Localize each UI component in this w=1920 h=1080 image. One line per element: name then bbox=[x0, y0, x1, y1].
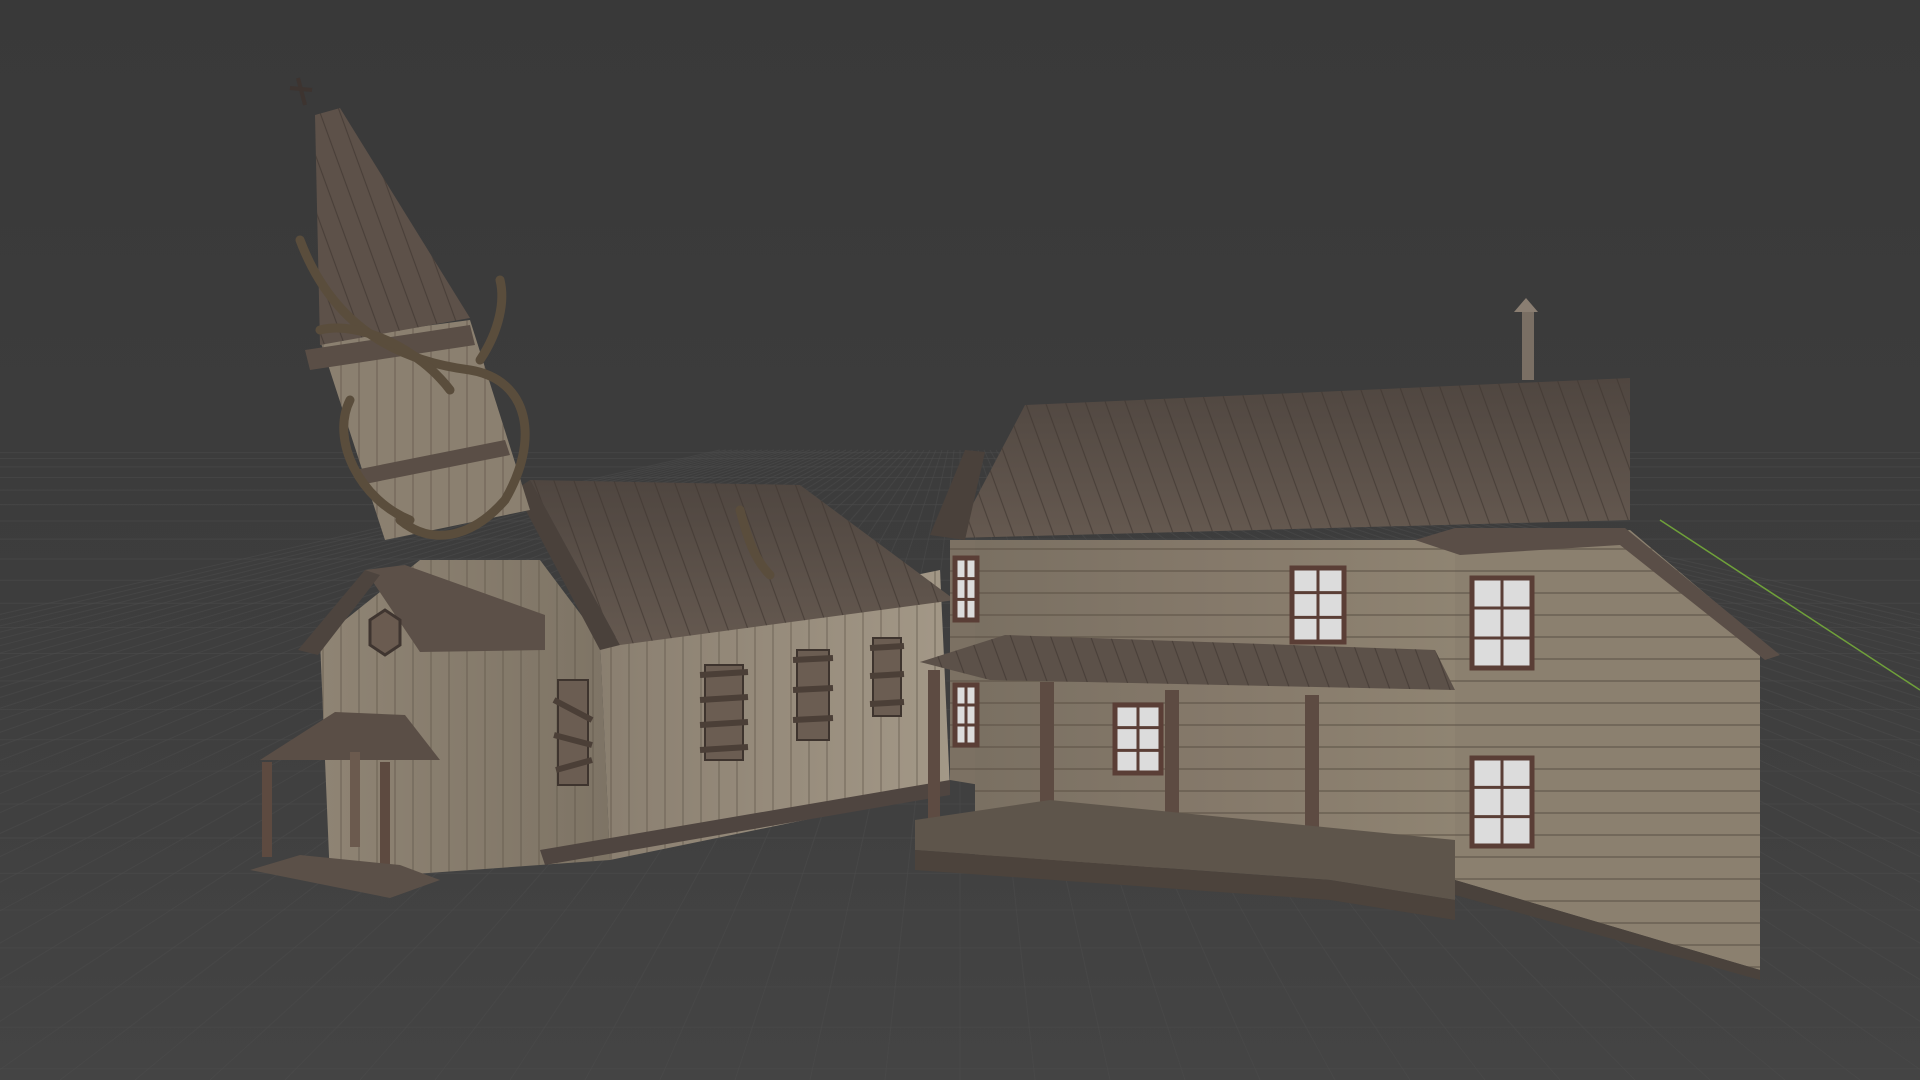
viewport-canvas[interactable] bbox=[0, 0, 1920, 1080]
3d-viewport[interactable] bbox=[0, 0, 1920, 1080]
abandoned-church[interactable] bbox=[250, 77, 955, 898]
abandoned-two-story-house[interactable] bbox=[915, 298, 1780, 980]
